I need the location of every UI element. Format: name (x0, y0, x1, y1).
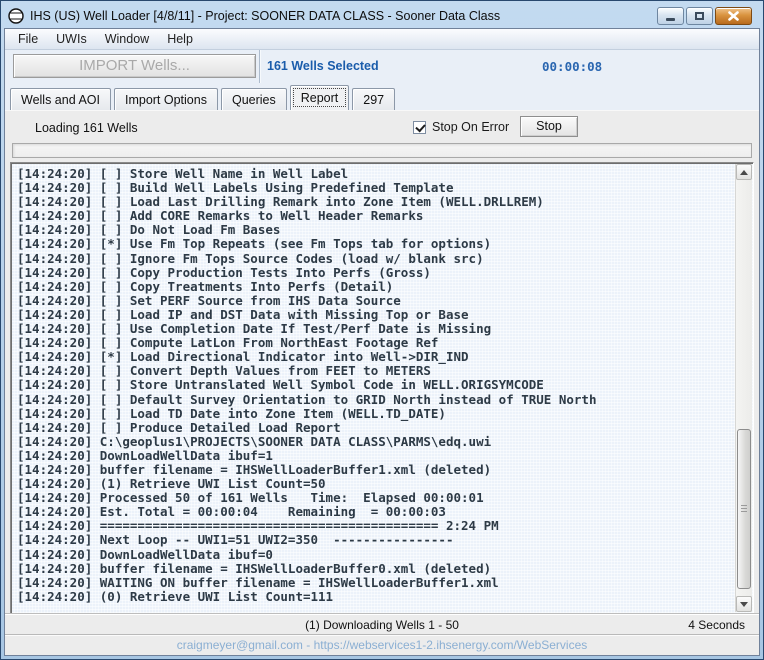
import-wells-button[interactable]: IMPORT Wells... (13, 54, 256, 78)
tab-297[interactable]: 297 (352, 88, 395, 110)
menu-file[interactable]: File (9, 29, 47, 49)
log-line: [14:24:20] buffer filename = IHSWellLoad… (17, 463, 731, 477)
log-line: [14:24:20] [ ] Default Survey Orientatio… (17, 393, 731, 407)
log-line: [14:24:20] [ ] Do Not Load Fm Bases (17, 223, 731, 237)
log-line: [14:24:20] [ ] Produce Detailed Load Rep… (17, 421, 731, 435)
tab-bar: Wells and AOI Import Options Queries Rep… (5, 83, 759, 110)
menu-bar: File UWIs Window Help (5, 29, 759, 50)
log-line: [14:24:20] [ ] Set PERF Source from IHS … (17, 294, 731, 308)
wells-selected-label: 161 Wells Selected (267, 59, 379, 73)
restore-icon (695, 12, 704, 20)
app-window: IHS (US) Well Loader [4/8/11] - Project:… (0, 0, 764, 660)
log-line: [14:24:20] Est. Total = 00:00:04 Remaini… (17, 505, 731, 519)
scroll-up-icon (740, 170, 748, 175)
log-view[interactable]: [14:24:20] [ ] Store Well Name in Well L… (10, 162, 754, 614)
footer-bar: craigmeyer@gmail.com - https://webservic… (5, 634, 759, 655)
log-text: [14:24:20] [ ] Store Well Name in Well L… (17, 167, 731, 611)
log-line: [14:24:20] [ ] Compute LatLon From North… (17, 336, 731, 350)
log-line: [14:24:20] [ ] Store Untranslated Well S… (17, 378, 731, 392)
close-icon (728, 11, 739, 21)
stop-on-error-control[interactable]: Stop On Error (413, 120, 509, 134)
progress-bar (12, 143, 752, 158)
status-bar: (1) Downloading Wells 1 - 50 4 Seconds (5, 614, 759, 634)
log-line: [14:24:20] buffer filename = IHSWellLoad… (17, 562, 731, 576)
loading-row: Loading 161 Wells Stop On Error Stop (5, 111, 759, 143)
footer-text: craigmeyer@gmail.com - https://webservic… (177, 638, 588, 652)
restore-button[interactable] (686, 7, 713, 25)
log-line: [14:24:20] C:\geoplus1\PROJECTS\SOONER D… (17, 435, 731, 449)
window-title: IHS (US) Well Loader [4/8/11] - Project:… (30, 9, 657, 23)
tab-report[interactable]: Report (290, 85, 350, 110)
log-line: [14:24:20] [ ] Ignore Fm Tops Source Cod… (17, 252, 731, 266)
log-line: [14:24:20] WAITING ON buffer filename = … (17, 576, 731, 590)
log-line: [14:24:20] [ ] Use Completion Date If Te… (17, 322, 731, 336)
menu-uwis[interactable]: UWIs (47, 29, 96, 49)
log-line: [14:24:20] (0) Retrieve UWI List Count=1… (17, 590, 731, 604)
log-line: [14:24:20] =============================… (17, 519, 731, 533)
menu-window[interactable]: Window (96, 29, 158, 49)
log-line: [14:24:20] Processed 50 of 161 Wells Tim… (17, 491, 731, 505)
title-bar[interactable]: IHS (US) Well Loader [4/8/11] - Project:… (4, 4, 760, 28)
tab-wells-and-aoi[interactable]: Wells and AOI (10, 88, 111, 110)
stop-on-error-checkbox[interactable] (413, 121, 426, 134)
status-elapsed: 4 Seconds (688, 618, 745, 632)
report-panel: Loading 161 Wells Stop On Error Stop [14… (5, 110, 759, 655)
tab-import-options[interactable]: Import Options (114, 88, 218, 110)
log-line: [14:24:20] [*] Load Directional Indicato… (17, 350, 731, 364)
stop-button[interactable]: Stop (520, 116, 578, 137)
status-message: (1) Downloading Wells 1 - 50 (305, 618, 459, 632)
app-icon (8, 8, 24, 24)
loading-status-label: Loading 161 Wells (35, 121, 138, 135)
log-line: [14:24:20] [ ] Convert Depth Values from… (17, 364, 731, 378)
minimize-button[interactable] (657, 7, 684, 25)
scroll-up-button[interactable] (736, 164, 752, 180)
log-line: [14:24:20] [ ] Add CORE Remarks to Well … (17, 209, 731, 223)
log-line: [14:24:20] [ ] Load TD Date into Zone It… (17, 407, 731, 421)
log-line: [14:24:20] DownLoadWellData ibuf=0 (17, 548, 731, 562)
log-line: [14:24:20] [ ] Copy Treatments Into Perf… (17, 280, 731, 294)
log-line: [14:24:20] [ ] Store Well Name in Well L… (17, 167, 731, 181)
tab-queries[interactable]: Queries (221, 88, 287, 110)
log-line: [14:24:20] (1) Retrieve UWI List Count=5… (17, 477, 731, 491)
log-scrollbar[interactable] (735, 164, 752, 612)
log-line: [14:24:20] Next Loop -- UWI1=51 UWI2=350… (17, 533, 731, 547)
stop-on-error-label: Stop On Error (432, 120, 509, 134)
log-line: [14:24:20] [ ] Build Well Labels Using P… (17, 181, 731, 195)
log-line: [14:24:20] [ ] Load IP and DST Data with… (17, 308, 731, 322)
toolbar: IMPORT Wells... 161 Wells Selected 00:00… (5, 50, 759, 83)
log-line: [14:24:20] [ ] Load Last Drilling Remark… (17, 195, 731, 209)
log-line: [14:24:20] [*] Use Fm Top Repeats (see F… (17, 237, 731, 251)
close-button[interactable] (715, 7, 752, 25)
menu-help[interactable]: Help (158, 29, 202, 49)
scroll-down-button[interactable] (736, 596, 752, 612)
log-line: [14:24:20] [ ] Copy Production Tests Int… (17, 266, 731, 280)
client-area: File UWIs Window Help IMPORT Wells... 16… (4, 28, 760, 656)
elapsed-timer: 00:00:08 (542, 59, 602, 74)
scroll-down-icon (740, 602, 748, 607)
minimize-icon (666, 18, 675, 21)
log-line: [14:24:20] DownLoadWellData ibuf=1 (17, 449, 731, 463)
scrollbar-thumb[interactable] (737, 429, 751, 589)
toolbar-separator (259, 50, 260, 83)
